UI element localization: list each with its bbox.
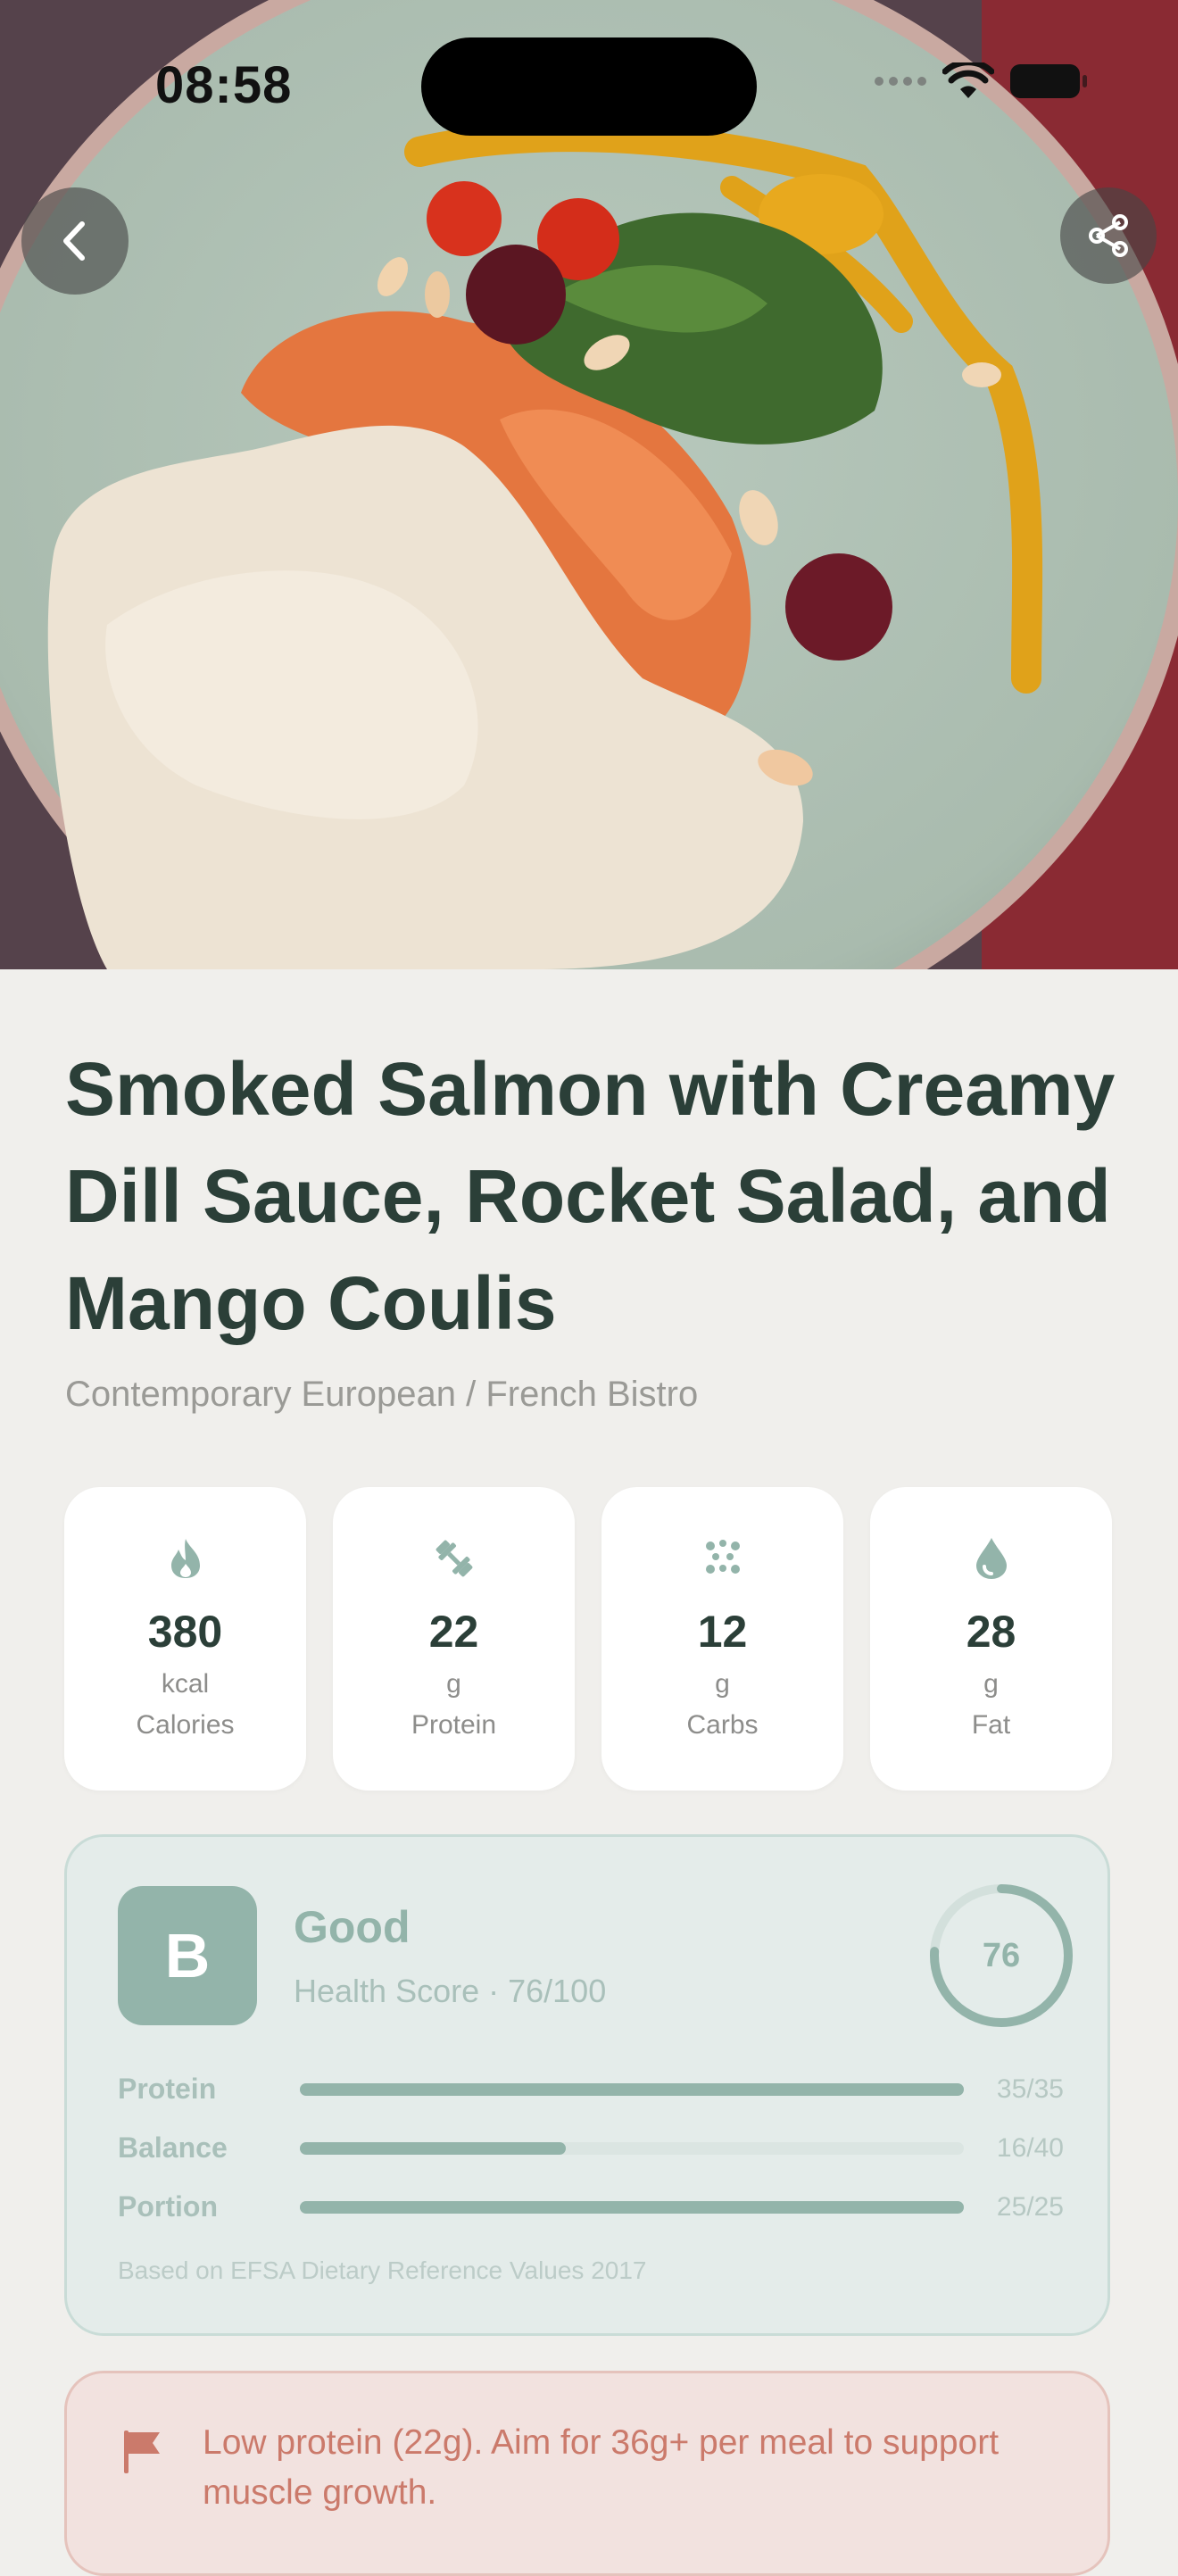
macro-card-protein: 22 g Protein [333, 1487, 575, 1791]
fat-value: 28 [966, 1607, 1016, 1657]
share-button[interactable] [1060, 187, 1157, 284]
calories-label: Calories [136, 1710, 235, 1740]
carbs-label: Carbs [686, 1710, 759, 1740]
health-score-card[interactable]: B Good Health Score · 76/100 76 Protein … [64, 1834, 1110, 2336]
fat-label: Fat [971, 1710, 1011, 1740]
macro-cards: 380 kcal Calories 22 g Protein 12 g Carb… [64, 1487, 1112, 1791]
bar-value: 25/25 [996, 2192, 1064, 2222]
flag-icon [124, 2431, 160, 2473]
dish-cuisine: Contemporary European / French Bistro [65, 1375, 699, 1414]
bar-label: Balance [118, 2131, 228, 2164]
score-bar-portion: Portion 25/25 [118, 2187, 1064, 2231]
cellular-signal-icon [875, 77, 926, 86]
score-bar-balance: Balance 16/40 [118, 2128, 1064, 2173]
bar-fill [300, 2201, 964, 2214]
score-bar-protein: Protein 35/35 [118, 2069, 1064, 2114]
bar-value: 35/35 [996, 2074, 1064, 2104]
carbs-unit: g [715, 1669, 730, 1699]
bar-track [300, 2083, 964, 2096]
calories-value: 380 [147, 1607, 223, 1657]
dumbbell-icon [436, 1540, 472, 1577]
macro-card-calories: 380 kcal Calories [64, 1487, 306, 1791]
dish-photo [0, 0, 1178, 969]
health-score-text: Health Score · 76/100 [294, 1973, 607, 2009]
bar-label: Portion [118, 2190, 218, 2223]
macro-card-fat: 28 g Fat [870, 1487, 1112, 1791]
bar-label: Protein [118, 2073, 217, 2105]
chevron-left-icon [63, 221, 85, 261]
battery-icon [1010, 64, 1087, 98]
bar-track [300, 2201, 964, 2214]
grade-badge: B [118, 1886, 257, 2025]
bar-value: 16/40 [996, 2133, 1064, 2163]
macro-card-carbs: 12 g Carbs [601, 1487, 843, 1791]
calories-unit: kcal [161, 1669, 210, 1699]
score-ring-value: 76 [982, 1936, 1021, 1974]
fat-unit: g [983, 1669, 999, 1699]
warning-text: Low protein (22g). Aim for 36g+ per meal… [203, 2423, 1000, 2512]
dish-photo-illustration [0, 0, 1178, 969]
bar-fill [300, 2083, 964, 2096]
protein-warning-banner: Low protein (22g). Aim for 36g+ per meal… [64, 2371, 1110, 2576]
status-time: 08:58 [155, 56, 293, 114]
bar-track [300, 2142, 964, 2155]
carbs-value: 12 [697, 1607, 748, 1657]
status-icons [875, 62, 1087, 100]
drop-icon [975, 1538, 1007, 1579]
share-icon [1089, 214, 1128, 257]
protein-value: 22 [428, 1607, 479, 1657]
back-button[interactable] [21, 187, 129, 295]
dynamic-island [421, 37, 757, 136]
dish-title: Smoked Salmon with Creamy Dill Sauce, Ro… [65, 1047, 1116, 1345]
wifi-icon [942, 62, 994, 98]
protein-unit: g [446, 1669, 461, 1699]
protein-label: Protein [411, 1710, 497, 1740]
score-source-note: Based on EFSA Dietary Reference Values 2… [118, 2256, 647, 2284]
grain-icon [705, 1540, 740, 1574]
health-rating: Good [294, 1902, 411, 1952]
bar-fill [300, 2142, 566, 2155]
flame-icon [170, 1539, 200, 1578]
